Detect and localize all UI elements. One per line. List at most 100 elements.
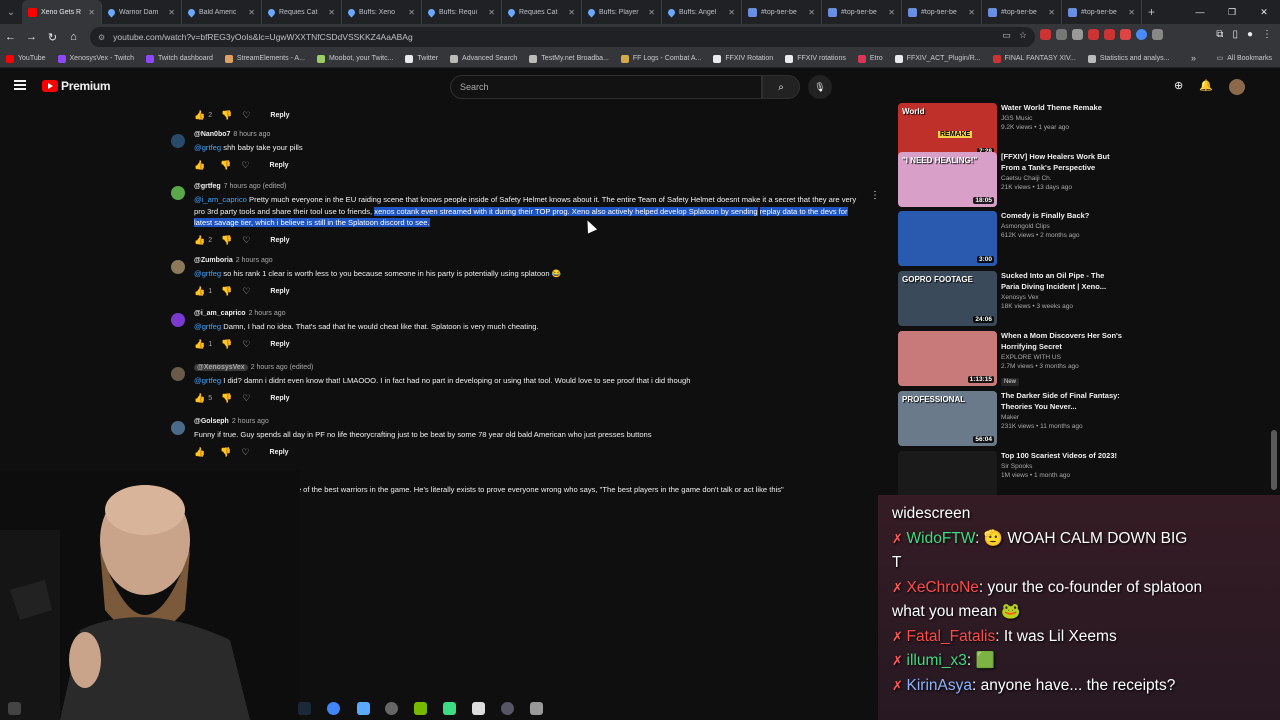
mention-link[interactable]: @grtfeg [194, 322, 221, 331]
comment-author[interactable]: @Nan0bo7 [194, 131, 230, 138]
video-title[interactable]: Water World Theme Remake [1001, 102, 1123, 113]
comment-author[interactable]: @Zumboria [194, 257, 233, 264]
channel-name[interactable]: EXPLORE WITH US [1001, 354, 1123, 361]
reply-button[interactable]: Reply [270, 395, 289, 402]
dislike-thumb-icon[interactable]: 👎 [221, 286, 232, 297]
comment-timestamp[interactable]: 2 hours ago [249, 310, 286, 317]
side-panel-icon[interactable]: ▯ [1232, 29, 1238, 40]
avatar[interactable] [171, 186, 185, 200]
guide-menu-icon[interactable] [14, 80, 26, 90]
back-arrow-icon[interactable]: ← [0, 24, 21, 50]
more-bookmarks-chevron-icon[interactable]: » [1191, 53, 1196, 63]
browser-tab[interactable]: #top-tier-be ✕ [1062, 0, 1142, 24]
bookmark-item[interactable]: Moobot, your Twitc... [316, 54, 393, 63]
all-bookmarks[interactable]: ▭ All Bookmarks [1217, 54, 1272, 63]
mention-link[interactable]: @grtfeg [194, 376, 221, 385]
close-tab-icon[interactable]: ✕ [248, 8, 255, 17]
nvidia-icon[interactable] [414, 702, 427, 715]
taskbar-app-icon[interactable] [8, 702, 21, 715]
close-tab-icon[interactable]: ✕ [1128, 8, 1135, 17]
notifications-bell-icon[interactable]: 🔔 [1199, 79, 1213, 95]
bookmark-item[interactable]: TestMy.net Broadba... [529, 54, 609, 63]
reply-button[interactable]: Reply [270, 449, 289, 456]
heart-icon[interactable]: ♡ [242, 339, 250, 350]
browser-tab[interactable]: Buffs: Angel ✕ [662, 0, 742, 24]
voice-search-button[interactable]: 🎙 [808, 75, 832, 99]
obs-icon[interactable] [501, 702, 514, 715]
dislike-thumb-icon[interactable]: 👎 [221, 235, 232, 246]
comment-timestamp[interactable]: 7 hours ago (edited) [224, 183, 287, 190]
browser-menu-icon[interactable]: ⋮ [1262, 29, 1272, 40]
related-video-item[interactable]: PROFESSIONAL 56:04 The Darker Side of Fina… [897, 388, 1127, 446]
browser-tab[interactable]: #top-tier-be ✕ [822, 0, 902, 24]
taskbar-app-icon[interactable] [385, 702, 398, 715]
related-video-item[interactable]: GOPRO FOOTAGE 24:06 Sucked Into an Oil Pip… [897, 268, 1127, 326]
close-tab-icon[interactable]: ✕ [488, 8, 495, 17]
reload-icon[interactable]: ↻ [42, 24, 63, 50]
close-tab-icon[interactable]: ✕ [808, 8, 815, 17]
channel-name[interactable]: Caetsu Chaiji Ch. [1001, 175, 1123, 182]
video-thumbnail[interactable]: 3:00 [898, 211, 997, 266]
like-thumb-icon[interactable]: 👍 [194, 110, 205, 121]
reply-button[interactable]: Reply [270, 237, 289, 244]
drop-app-icon[interactable] [357, 702, 370, 715]
browser-tab[interactable]: Buffs: Requi ✕ [422, 0, 502, 24]
video-thumbnail[interactable]: 1:13:15 [898, 331, 997, 386]
account-avatar[interactable] [1228, 79, 1245, 95]
bookmark-item[interactable]: FFXIV Rotation [713, 54, 773, 63]
close-tab-icon[interactable]: ✕ [968, 8, 975, 17]
extension-icon[interactable] [1056, 29, 1067, 40]
video-title[interactable]: [FFXIV] How Healers Work But From a Tank… [1001, 151, 1123, 173]
extension-icon[interactable] [1040, 29, 1051, 40]
channel-name[interactable]: Xenosys Vex [1001, 294, 1123, 301]
video-title[interactable]: Sucked Into an Oil Pipe - The Paria Divi… [1001, 270, 1123, 292]
bookmark-item[interactable]: Etro [857, 54, 883, 63]
youtube-premium-logo[interactable]: Premium [42, 79, 111, 93]
extension-icon[interactable] [1136, 29, 1147, 40]
mention-link[interactable]: @grtfeg [194, 143, 221, 152]
channel-name[interactable]: JGS Music [1001, 115, 1123, 122]
video-title[interactable]: When a Mom Discovers Her Son's Horrifyin… [1001, 330, 1123, 352]
heart-icon[interactable]: ♡ [241, 447, 249, 458]
related-video-item[interactable]: Top 100 Scariest Videos of 2023! Sir Spoo… [897, 448, 1127, 496]
heart-icon[interactable]: ♡ [242, 235, 250, 246]
chrome-icon[interactable] [327, 702, 340, 715]
bookmark-item[interactable]: FFXIV rotations [785, 54, 846, 63]
bookmark-item[interactable]: Twitter [405, 54, 438, 63]
close-tab-icon[interactable]: ✕ [888, 8, 895, 17]
create-video-icon[interactable]: ⊕ [1174, 79, 1183, 95]
steam-icon[interactable] [298, 702, 311, 715]
page-scrollbar[interactable] [1271, 430, 1277, 490]
related-video-item[interactable]: "I NEED HEALING!" 18:05 [FFXIV] How Healer… [897, 149, 1127, 207]
close-tab-icon[interactable]: ✕ [88, 8, 95, 17]
chat-username[interactable]: XeChroNe [907, 579, 979, 596]
like-thumb-icon[interactable]: 👍 [194, 286, 205, 297]
comment-timestamp[interactable]: 2 hours ago [232, 418, 269, 425]
related-video-item[interactable]: 3:00 Comedy is Finally Back? Asmongold Cli… [897, 208, 1127, 266]
extension-icon[interactable] [1152, 29, 1163, 40]
chat-username[interactable]: Fatal_Fatalis [907, 628, 996, 645]
heart-icon[interactable]: ♡ [242, 286, 250, 297]
chat-username[interactable]: WidoFTW [907, 530, 976, 547]
comment-author[interactable]: @i_am_caprico [194, 310, 246, 317]
browser-tab[interactable]: #top-tier-be ✕ [982, 0, 1062, 24]
search-input[interactable]: Search [450, 75, 762, 99]
video-title[interactable]: Comedy is Finally Back? [1001, 210, 1123, 221]
forward-arrow-icon[interactable]: → [21, 24, 42, 50]
taskbar-app-icon[interactable] [530, 702, 543, 715]
bookmark-star-icon[interactable]: ☆ [1019, 30, 1027, 41]
video-thumbnail[interactable]: "I NEED HEALING!" 18:05 [898, 152, 997, 207]
comment-author[interactable]: @Golseph [194, 418, 229, 425]
extension-icon[interactable] [1088, 29, 1099, 40]
close-tab-icon[interactable]: ✕ [648, 8, 655, 17]
video-title[interactable]: The Darker Side of Final Fantasy: Theori… [1001, 390, 1123, 412]
channel-name[interactable]: Asmongold Clips [1001, 223, 1123, 230]
site-settings-icon[interactable]: ⚙ [98, 33, 105, 42]
taskbar-app-icon[interactable] [443, 702, 456, 715]
video-title[interactable]: Top 100 Scariest Videos of 2023! [1001, 450, 1123, 461]
browser-tab[interactable]: Buffs: Xeno ✕ [342, 0, 422, 24]
dislike-thumb-icon[interactable]: 👎 [221, 110, 232, 121]
avatar[interactable] [171, 367, 185, 381]
dislike-thumb-icon[interactable]: 👎 [221, 339, 232, 350]
close-tab-icon[interactable]: ✕ [328, 8, 335, 17]
